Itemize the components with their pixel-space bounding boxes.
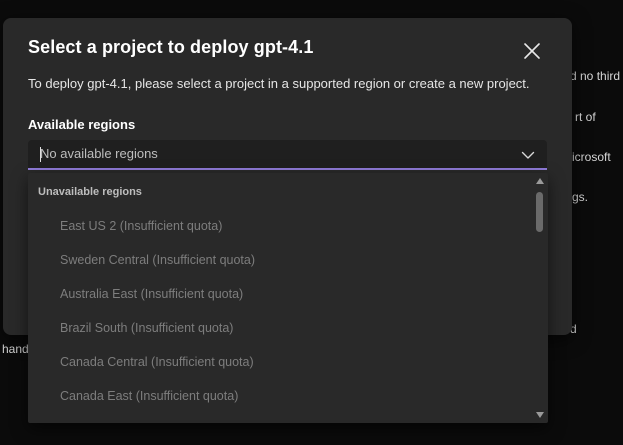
background-text: icrosoft <box>572 150 611 164</box>
page: d no third rt of icrosoft gs. d hand Sel… <box>0 0 623 445</box>
scroll-up-arrow-icon[interactable] <box>536 178 544 184</box>
regions-field-label: Available regions <box>28 117 136 132</box>
region-option[interactable]: Canada East (Insufficient quota) <box>60 389 238 403</box>
close-icon <box>524 43 540 59</box>
background-text: gs. <box>572 190 589 204</box>
listbox-scrollbar[interactable] <box>533 173 547 423</box>
close-button[interactable] <box>520 39 544 63</box>
scroll-thumb[interactable] <box>536 192 543 232</box>
region-option[interactable]: Canada Central (Insufficient quota) <box>60 355 254 369</box>
region-option[interactable]: Australia East (Insufficient quota) <box>60 287 243 301</box>
background-text: hand <box>2 342 29 356</box>
dialog-title: Select a project to deploy gpt-4.1 <box>28 37 314 57</box>
chevron-down-icon[interactable] <box>521 148 535 162</box>
dialog-description: To deploy gpt-4.1, please select a proje… <box>28 76 530 91</box>
region-option[interactable]: Sweden Central (Insufficient quota) <box>60 253 255 267</box>
scroll-down-arrow-icon[interactable] <box>536 412 544 418</box>
region-option[interactable]: Brazil South (Insufficient quota) <box>60 321 233 335</box>
region-option[interactable]: East US 2 (Insufficient quota) <box>60 219 222 233</box>
listbox-group-header: Unavailable regions <box>38 186 142 198</box>
background-text: d no third <box>570 69 621 83</box>
background-text: rt of <box>575 110 596 124</box>
region-combobox[interactable]: No available regions <box>28 140 547 170</box>
region-combobox-value[interactable]: No available regions <box>40 140 158 168</box>
region-listbox[interactable]: Unavailable regions East US 2 (Insuffici… <box>28 173 548 423</box>
